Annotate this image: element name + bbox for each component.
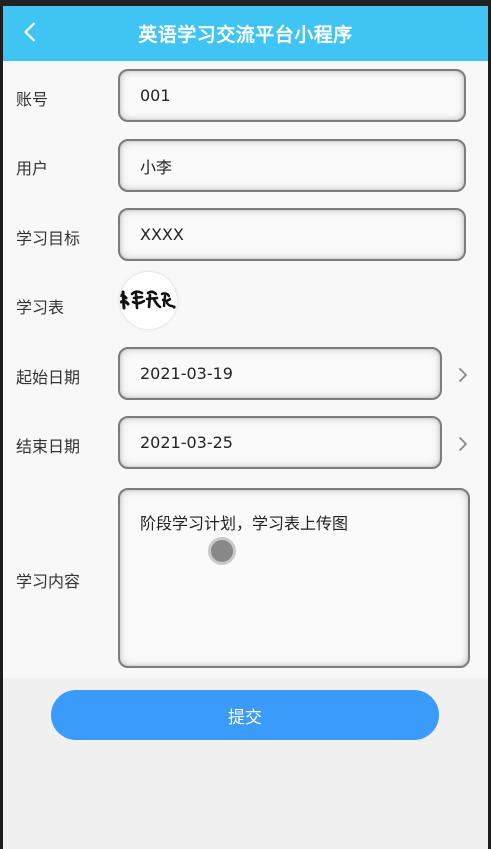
touch-cursor-indicator bbox=[208, 537, 236, 565]
chevron-right-icon[interactable] bbox=[455, 436, 471, 452]
table-label: 学习表 bbox=[16, 298, 65, 317]
content-label: 学习内容 bbox=[16, 572, 81, 591]
goal-label: 学习目标 bbox=[16, 229, 81, 248]
page-title: 英语学习交流平台小程序 bbox=[138, 24, 353, 46]
submit-button[interactable]: 提交 bbox=[51, 690, 439, 740]
goal-field[interactable]: XXXX bbox=[118, 208, 466, 261]
goal-value: XXXX bbox=[140, 225, 184, 244]
chevron-left-icon bbox=[24, 22, 35, 42]
content-textarea[interactable]: 阶段学习计划，学习表上传图 bbox=[118, 488, 470, 668]
calligraphy-image bbox=[120, 290, 176, 310]
content-value: 阶段学习计划，学习表上传图 bbox=[140, 514, 349, 533]
account-label: 账号 bbox=[16, 90, 49, 109]
chevron-right-icon[interactable] bbox=[455, 367, 471, 383]
end-date-picker[interactable]: 2021-03-25 bbox=[118, 416, 442, 469]
back-button[interactable] bbox=[17, 18, 45, 46]
study-table-image[interactable] bbox=[120, 272, 177, 329]
start-date-picker[interactable]: 2021-03-19 bbox=[118, 347, 442, 400]
navigation-bar: 英语学习交流平台小程序 bbox=[3, 6, 488, 61]
start-date-value: 2021-03-19 bbox=[140, 364, 233, 383]
user-label: 用户 bbox=[16, 159, 49, 178]
account-field[interactable]: 001 bbox=[118, 69, 466, 122]
submit-label: 提交 bbox=[228, 707, 262, 728]
end-date-value: 2021-03-25 bbox=[140, 433, 233, 452]
account-value: 001 bbox=[140, 86, 171, 105]
start-date-label: 起始日期 bbox=[16, 368, 81, 387]
end-date-label: 结束日期 bbox=[16, 437, 81, 456]
user-field[interactable]: 小李 bbox=[118, 139, 466, 192]
user-value: 小李 bbox=[140, 157, 173, 177]
